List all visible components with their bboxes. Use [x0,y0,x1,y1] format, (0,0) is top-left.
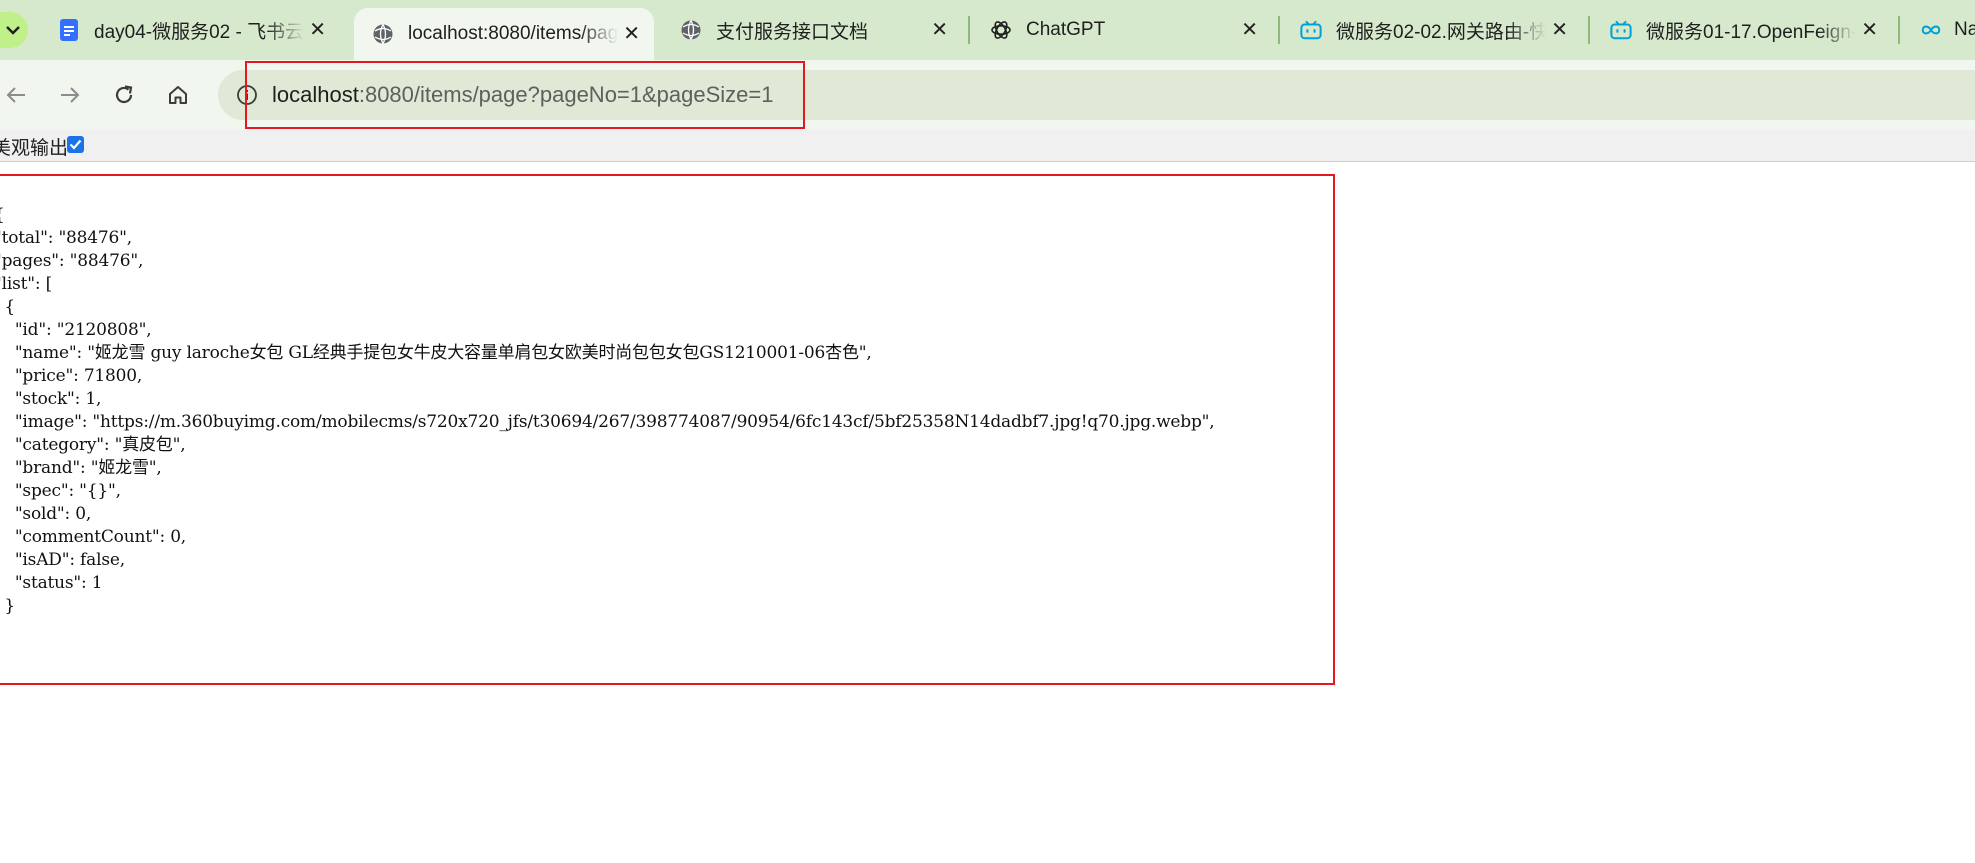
tab-separator [1588,16,1590,44]
tab-title: 微服务02-02.网关路由-快速入门 [1336,21,1546,43]
back-button[interactable] [0,77,34,113]
bilibili-icon [1610,19,1632,41]
tab-na[interactable]: Na [1902,8,1975,52]
chevron-down-icon [6,26,20,35]
tab-title: 支付服务接口文档 [716,21,869,43]
tab-title: 微服务01-17.OpenFeign-快速入门 [1646,21,1856,43]
tab-title: Na [1954,19,1975,40]
tab-chatgpt[interactable]: ChatGPT ✕ [972,8,1272,52]
pretty-print-checkbox[interactable] [67,136,84,153]
url-highlight-box [245,61,805,129]
home-button[interactable] [160,77,196,113]
close-icon[interactable]: ✕ [1241,20,1258,40]
tab-bilibili-gateway[interactable]: 微服务02-02.网关路由-快速入门 ✕ [1282,8,1582,52]
tab-separator [968,16,970,44]
tab-payment-docs[interactable]: 支付服务接口文档 ✕ [662,8,962,52]
close-icon[interactable]: ✕ [1861,20,1878,40]
close-icon[interactable]: ✕ [623,24,640,44]
forward-button[interactable] [52,77,88,113]
check-icon [69,139,82,150]
tab-bilibili-openfeign[interactable]: 微服务01-17.OpenFeign-快速入门 ✕ [1592,8,1892,52]
tab-localhost-items[interactable]: localhost:8080/items/page?pageNo=1&pageS… [354,8,654,60]
content-highlight-box [0,174,1335,685]
arrow-right-icon [61,87,80,103]
tab-separator [1278,16,1280,44]
close-icon[interactable]: ✕ [309,20,326,40]
tab-title: day04-微服务02 - 飞书云文档 [94,21,304,43]
infinity-icon [1920,19,1942,41]
pretty-print-label: 美观输出 [0,138,69,159]
globe-icon [680,19,702,41]
close-icon[interactable]: ✕ [1551,20,1568,40]
info-page-icon [372,23,394,45]
home-icon [169,86,187,104]
tab-feishu-doc[interactable]: day04-微服务02 - 飞书云文档 ✕ [40,8,340,52]
tab-strip: day04-微服务02 - 飞书云文档 ✕ localhost:8080/ite… [0,0,1975,60]
bilibili-icon [1300,19,1322,41]
doc-icon [58,19,80,41]
reload-button[interactable] [106,77,142,113]
tab-title: localhost:8080/items/page?pageNo=1&pageS… [408,23,618,44]
tab-separator [1898,16,1900,44]
chatgpt-icon [990,19,1012,41]
arrow-left-icon [6,87,25,103]
tab-search-button[interactable] [0,12,28,48]
reload-icon [115,85,133,104]
close-icon[interactable]: ✕ [931,20,948,40]
pretty-print-bar: 美观输出 [0,130,1975,162]
tab-title: ChatGPT [1026,19,1106,40]
